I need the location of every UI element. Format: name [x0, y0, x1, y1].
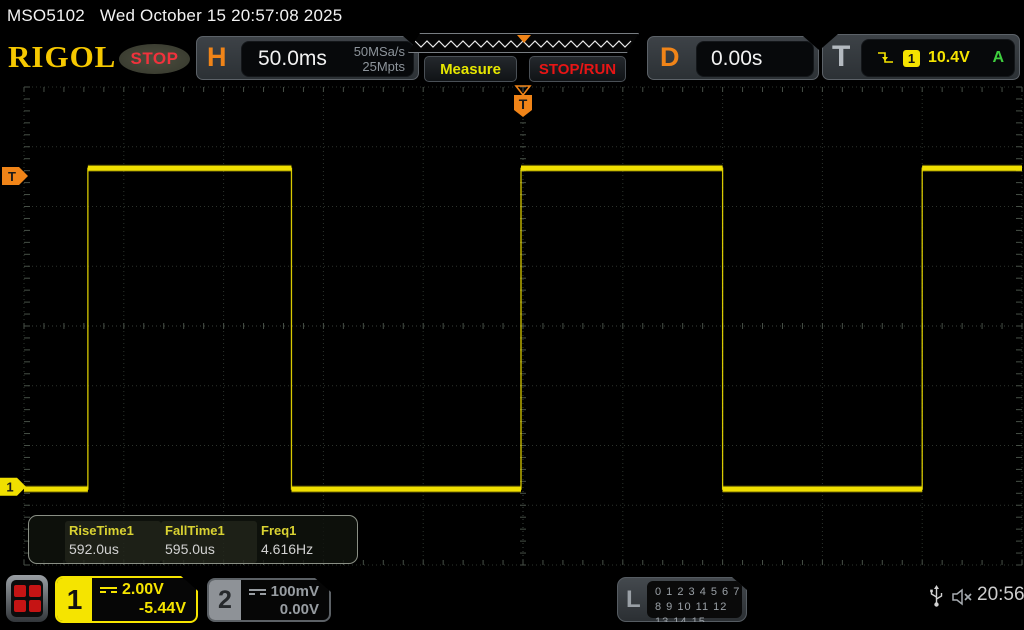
measurement-freq[interactable]: Freq1 4.616Hz — [257, 521, 353, 563]
windows-grid-button[interactable] — [6, 575, 48, 622]
grid-icon — [11, 580, 43, 617]
channel-2-scale: 100mV — [270, 583, 319, 600]
logic-label: L — [626, 586, 641, 613]
oscilloscope-screen: MSO5102 Wed October 15 20:57:08 2025 RIG… — [0, 0, 1024, 630]
bottom-bar: 1 2.00V -5.44V 2 100mV 0.00V L 0 1 2 3 4… — [0, 570, 1024, 630]
measurement-overlay[interactable]: RiseTime1 592.0us FallTime1 595.0us Freq… — [28, 515, 358, 564]
channel-1-badge[interactable]: 1 2.00V -5.44V — [55, 576, 198, 623]
trigger-level-letter: T — [8, 169, 16, 184]
trigger-position-letter: T — [519, 96, 528, 112]
usb-icon — [930, 585, 943, 607]
measurement-risetime[interactable]: RiseTime1 592.0us — [65, 521, 161, 563]
channel-1-offset: -5.44V — [138, 600, 186, 617]
logic-channels-badge[interactable]: L 0 1 2 3 4 5 6 7 8 9 10 11 12 13 14 15 — [617, 577, 747, 622]
clock-text: 20:56 — [977, 584, 1024, 605]
channel-1-marker-number: 1 — [6, 480, 13, 495]
dc-coupling-icon — [100, 587, 117, 593]
channel-2-number: 2 — [209, 580, 241, 620]
channel-1-scale: 2.00V — [122, 581, 164, 598]
channel-2-offset: 0.00V — [279, 601, 319, 618]
measurement-falltime[interactable]: FallTime1 595.0us — [161, 521, 257, 563]
speaker-muted-icon[interactable] — [951, 587, 975, 607]
channel-2-badge[interactable]: 2 100mV 0.00V — [207, 578, 331, 622]
dc-coupling-icon — [249, 589, 266, 595]
logic-channel-list: 0 1 2 3 4 5 6 7 8 9 10 11 12 13 14 15 — [647, 581, 742, 618]
channel-1-number: 1 — [57, 578, 92, 621]
